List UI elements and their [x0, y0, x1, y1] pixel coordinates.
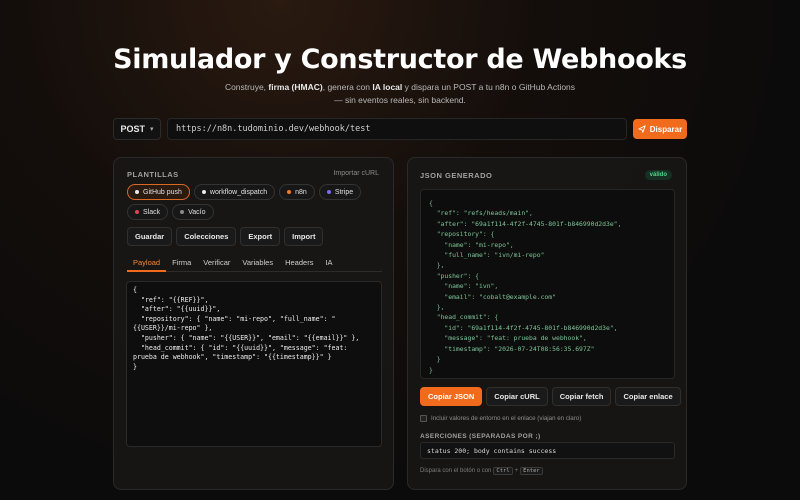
- tab-variables[interactable]: Variables: [236, 255, 279, 272]
- template-chip-label: Vacío: [188, 208, 206, 216]
- template-chip[interactable]: Slack: [127, 204, 169, 220]
- tab-headers[interactable]: Headers: [279, 255, 319, 272]
- enter-key: Enter: [520, 467, 543, 475]
- action-button-guardar[interactable]: Guardar: [127, 227, 173, 246]
- request-bar: POST ▾ https://n8n.tudominio.dev/webhook/…: [113, 118, 687, 140]
- copy-button[interactable]: Copiar JSON: [420, 387, 483, 406]
- action-button-colecciones[interactable]: Colecciones: [176, 227, 237, 246]
- template-chip-label: workflow_dispatch: [209, 188, 268, 196]
- chevron-down-icon: ▾: [150, 126, 154, 133]
- assertions-label: ASERCIONES (SEPARADAS POR ;): [420, 433, 541, 440]
- template-chip[interactable]: workflow_dispatch: [193, 184, 276, 200]
- copy-button[interactable]: Copiar fetch: [551, 387, 612, 406]
- send-button[interactable]: Disparar: [633, 119, 687, 139]
- method-select[interactable]: POST ▾: [113, 118, 161, 140]
- payload-text[interactable]: { "ref": "{{REF}}", "after": "{{uuid}}",…: [133, 286, 375, 372]
- env-option[interactable]: Incluir valores de entorno en el enlace …: [420, 415, 581, 422]
- template-chip[interactable]: Vacío: [172, 204, 214, 220]
- templates-panel: PLANTILLAS Importar cURL GitHub push work…: [113, 157, 394, 490]
- template-chip-label: n8n: [295, 188, 307, 196]
- assertions-input[interactable]: status 200; body contains success: [420, 442, 675, 459]
- template-chip-label: GitHub push: [143, 188, 182, 196]
- generated-json-title: JSON GENERADO: [420, 171, 493, 180]
- template-dot-icon: [287, 190, 292, 194]
- copy-actions: Copiar JSON Copiar cURL Copiar fetch Copiar…: [420, 387, 681, 406]
- template-chip[interactable]: n8n: [279, 184, 315, 200]
- payload-editor[interactable]: { "ref": "{{REF}}", "after": "{{uuid}}",…: [126, 281, 382, 447]
- tab-firma[interactable]: Firma: [166, 255, 197, 272]
- url-input[interactable]: https://n8n.tudominio.dev/webhook/test: [167, 118, 627, 140]
- template-dot-icon: [135, 190, 139, 194]
- copy-button[interactable]: Copiar cURL: [486, 387, 548, 406]
- copy-button[interactable]: Copiar enlace: [615, 387, 681, 406]
- template-dot-icon: [180, 210, 185, 214]
- template-dot-icon: [326, 190, 331, 194]
- page-subtitle: Construye, firma (HMAC), genera con IA l…: [224, 82, 576, 105]
- action-button-import[interactable]: Import: [284, 227, 324, 246]
- shortcut-hint: Dispara con el botón o con Ctrl + Enter: [420, 467, 543, 475]
- template-dot-icon: [201, 190, 206, 194]
- template-chip-label: Slack: [143, 208, 161, 216]
- json-output: { "ref": "refs/heads/main", "after": "69…: [420, 189, 675, 379]
- templates-title: PLANTILLAS: [127, 170, 179, 179]
- tab-payload[interactable]: Payload: [127, 255, 167, 272]
- template-actions: Guardar Colecciones Export Import: [127, 227, 324, 246]
- ctrl-key: Ctrl: [493, 467, 513, 475]
- editor-tabs: Payload Firma Verificar Variables Headers IA: [127, 255, 382, 272]
- tab-ia[interactable]: IA: [319, 255, 338, 272]
- import-curl-link[interactable]: Importar cURL: [333, 170, 379, 177]
- json-output-text: { "ref": "refs/heads/main", "after": "69…: [429, 199, 622, 374]
- template-chips: GitHub push workflow_dispatch n8n Stripe Sla…: [127, 184, 387, 220]
- env-checkbox[interactable]: [420, 415, 427, 422]
- template-chip-label: Stripe: [334, 188, 354, 196]
- send-icon: [638, 125, 646, 133]
- action-button-export[interactable]: Export: [240, 227, 281, 246]
- valid-badge: válido: [644, 170, 672, 180]
- env-checkbox-label: Incluir valores de entorno en el enlace …: [431, 415, 582, 422]
- template-dot-icon: [135, 210, 139, 214]
- template-chip[interactable]: GitHub push: [127, 184, 190, 200]
- template-chip[interactable]: Stripe: [318, 184, 362, 200]
- tab-verificar[interactable]: Verificar: [197, 255, 236, 272]
- page-title: Simulador y Constructor de Webhooks: [113, 44, 687, 75]
- generated-json-panel: JSON GENERADO válido { "ref": "refs/head…: [407, 157, 687, 490]
